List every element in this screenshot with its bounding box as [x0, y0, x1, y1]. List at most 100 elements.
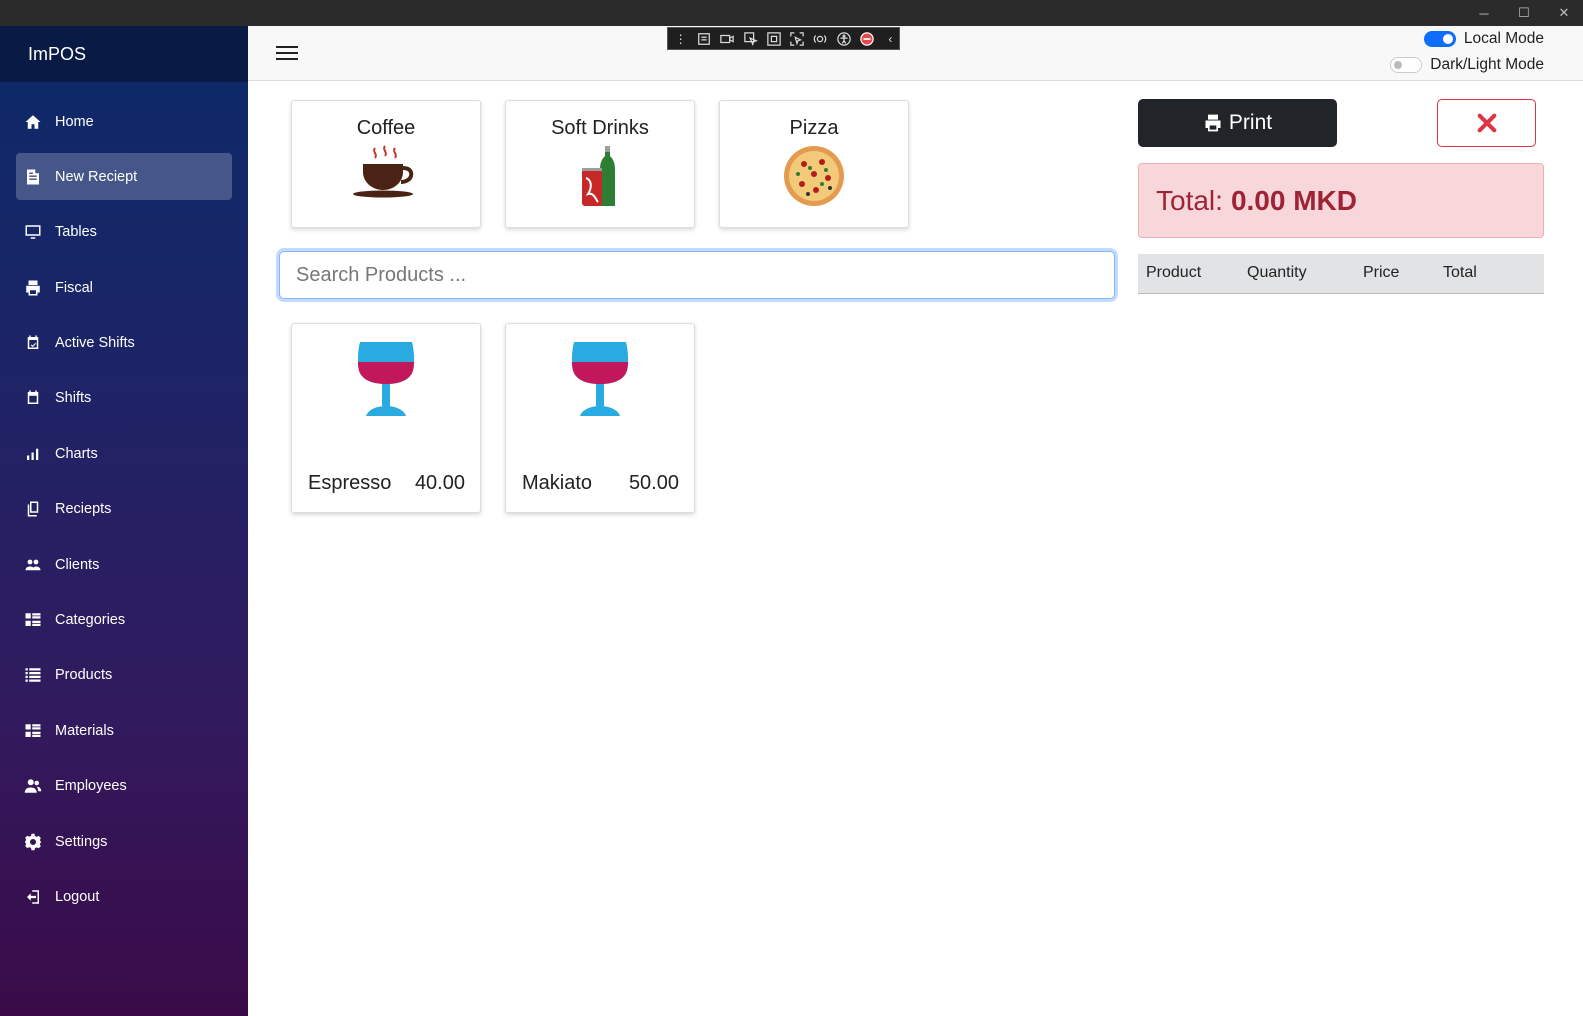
sidebar-item-fiscal[interactable]: Fiscal	[16, 264, 232, 311]
wine-glass-icon	[566, 340, 634, 425]
receipt-icon	[24, 168, 55, 186]
sidebar-item-active-shifts[interactable]: Active Shifts	[16, 320, 232, 367]
wine-glass-icon	[352, 340, 420, 425]
people-icon	[24, 556, 55, 574]
table-header-row: Product Quantity Price Total	[1138, 254, 1544, 294]
sidebar-item-home[interactable]: Home	[16, 98, 232, 145]
window-titlebar: ─ ☐ ✕	[0, 0, 1583, 26]
sidebar-item-label: Tables	[55, 224, 97, 241]
sidebar-item-new-reciept[interactable]: New Reciept	[16, 153, 232, 201]
category-title: Pizza	[789, 117, 839, 139]
hamburger-menu-icon[interactable]	[276, 43, 298, 63]
stop-icon[interactable]	[858, 30, 875, 48]
track-focus-icon[interactable]	[788, 30, 805, 48]
app-brand[interactable]: ImPOS	[0, 26, 248, 82]
category-card-pizza[interactable]: Pizza	[719, 100, 909, 228]
sidebar-item-label: Employees	[55, 778, 127, 795]
total-value: 0.00 MKD	[1230, 184, 1357, 216]
theme-mode-toggle-row: Dark/Light Mode	[1390, 56, 1544, 74]
users-icon	[24, 777, 55, 795]
sidebar-item-tables[interactable]: Tables	[16, 209, 232, 256]
category-card-coffee[interactable]: Coffee	[291, 100, 481, 228]
accessibility-icon[interactable]	[835, 30, 852, 48]
copy-icon	[24, 500, 55, 518]
window-maximize-button[interactable]: ☐	[1504, 0, 1544, 26]
search-input[interactable]	[279, 251, 1115, 299]
theme-mode-switch[interactable]	[1390, 57, 1423, 73]
window-close-button[interactable]: ✕	[1544, 0, 1583, 26]
sidebar-item-label: New Reciept	[55, 168, 138, 185]
list-icon	[24, 666, 55, 684]
calendar-check-icon	[24, 334, 55, 352]
binding-failures-icon[interactable]	[812, 30, 829, 48]
grip-icon: ⋮	[674, 31, 687, 46]
sidebar-item-products[interactable]: Products	[16, 652, 232, 699]
column-header-price: Price	[1363, 254, 1443, 294]
sidebar-item-label: Materials	[55, 722, 114, 739]
gear-icon	[24, 833, 55, 851]
column-header-total: Total	[1443, 254, 1544, 294]
product-name: Espresso	[308, 472, 392, 494]
receipt-total: Total: 0.00 MKD	[1138, 163, 1544, 238]
category-card-soft-drinks[interactable]: Soft Drinks	[505, 100, 695, 228]
live-tree-icon[interactable]	[695, 30, 712, 48]
sidebar-item-label: Charts	[55, 445, 98, 462]
video-icon[interactable]	[719, 30, 736, 48]
sidebar-item-label: Settings	[55, 833, 108, 850]
sidebar-item-charts[interactable]: Charts	[16, 430, 232, 477]
sidebar-item-materials[interactable]: Materials	[16, 707, 232, 754]
sidebar-item-label: Clients	[55, 556, 100, 573]
sidebar-item-label: Active Shifts	[55, 335, 135, 352]
local-mode-label: Local Mode	[1463, 30, 1544, 47]
debug-toolbar: ⋮ ‹	[667, 27, 900, 50]
close-icon	[1477, 113, 1496, 133]
local-mode-switch[interactable]	[1423, 31, 1456, 47]
product-name: Makiato	[522, 472, 593, 494]
soft-drinks-icon	[506, 144, 694, 210]
theme-mode-label: Dark/Light Mode	[1430, 56, 1544, 73]
sidebar-item-label: Logout	[55, 888, 100, 905]
product-price: 50.00	[628, 472, 679, 494]
logout-icon	[24, 888, 55, 906]
clear-receipt-button[interactable]	[1437, 99, 1536, 147]
sidebar-item-label: Products	[55, 667, 113, 684]
sidebar-item-shifts[interactable]: Shifts	[16, 375, 232, 422]
column-header-quantity: Quantity	[1247, 254, 1363, 294]
sidebar-item-categories[interactable]: Categories	[16, 597, 232, 644]
sidebar-item-settings[interactable]: Settings	[16, 818, 232, 865]
local-mode-toggle-row: Local Mode	[1423, 30, 1544, 48]
product-card-espresso[interactable]: Espresso 40.00	[291, 323, 481, 513]
print-button[interactable]: Print	[1138, 99, 1337, 147]
select-element-icon[interactable]	[742, 30, 759, 48]
home-icon	[24, 113, 55, 131]
sidebar-item-label: Categories	[55, 612, 126, 629]
sidebar-item-label: Shifts	[55, 390, 92, 407]
category-title: Soft Drinks	[551, 117, 649, 139]
sidebar-item-logout[interactable]: Logout	[16, 873, 232, 920]
pizza-icon	[720, 144, 908, 208]
bar-chart-icon	[24, 445, 55, 463]
category-title: Coffee	[356, 117, 416, 139]
total-label: Total:	[1156, 184, 1223, 216]
sidebar: ImPOS Home New Reciept Tables Fiscal Act…	[0, 26, 248, 1016]
sidebar-item-label: Reciepts	[55, 501, 112, 518]
category-list-icon	[24, 722, 55, 740]
sidebar-item-clients[interactable]: Clients	[16, 541, 232, 588]
column-header-product: Product	[1138, 254, 1247, 294]
sidebar-item-reciepts[interactable]: Reciepts	[16, 486, 232, 533]
layout-adorners-icon[interactable]	[765, 30, 782, 48]
sidebar-item-employees[interactable]: Employees	[16, 763, 232, 810]
sidebar-item-label: Fiscal	[55, 279, 93, 296]
monitor-icon	[24, 223, 55, 241]
collapse-chevron-icon[interactable]: ‹	[882, 30, 899, 48]
sidebar-nav: Home New Reciept Tables Fiscal Active Sh…	[16, 98, 232, 929]
print-button-label: Print	[1228, 111, 1273, 134]
calendar-icon	[24, 389, 55, 407]
product-card-makiato[interactable]: Makiato 50.00	[505, 323, 695, 513]
printer-icon	[1205, 114, 1221, 132]
window-minimize-button[interactable]: ─	[1464, 0, 1504, 26]
product-price: 40.00	[414, 472, 465, 494]
receipt-table: Product Quantity Price Total	[1138, 254, 1544, 294]
top-header: ⋮ ‹ Local Mode Dark/Light Mode	[248, 26, 1583, 81]
coffee-cup-icon	[292, 144, 480, 200]
